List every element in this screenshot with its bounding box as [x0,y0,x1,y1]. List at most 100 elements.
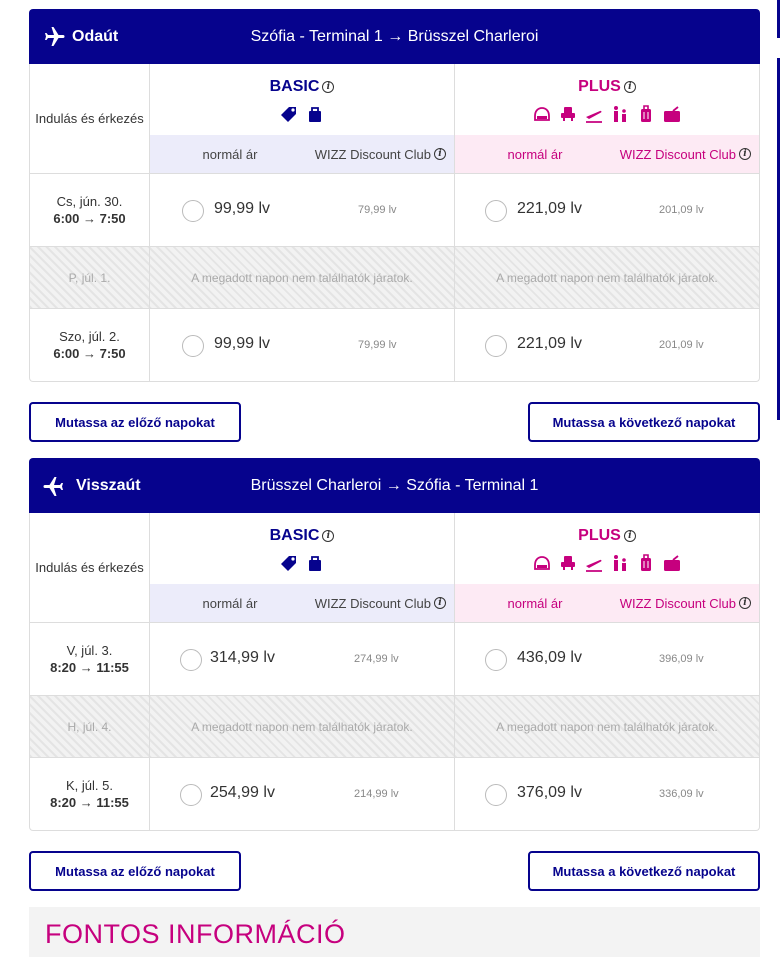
normal-price-label: normál ár [202,595,258,611]
flight-date: Cs, jún. 30. [56,194,123,209]
plus-fare-cell[interactable]: 221,09 lv 201,09 lv [455,309,759,381]
plus-price: 436,09 lv [517,649,582,666]
basic-fare-header: BASIC i normál ár WIZZ Discount Club i [150,513,455,622]
bag-icon [309,556,321,571]
plus-fare-header: PLUS i normál ár WIZZ Discount Club i [455,64,759,173]
basic-fare-radio[interactable] [182,200,204,222]
basic-club-price: 274,99 lv [354,653,399,665]
table-row: Szo, júl. 2. 6:00 → 7:50 99,99 lv 79,99 … [30,309,759,381]
departure-header: Indulás és érkezés [30,64,150,173]
info-icon[interactable]: i [739,597,751,610]
next-days-button[interactable]: Mutassa a következő napokat [528,402,760,442]
outbound-header: Odaút Szófia - Terminal 1 → Brüsszel Cha… [29,9,760,64]
basic-club-price: 79,99 lv [358,204,397,216]
basic-icons [279,103,325,125]
seat-selection-icon [561,556,575,570]
basic-fare-cell[interactable]: 314,99 lv 274,99 lv [150,623,455,695]
info-icon[interactable]: i [623,530,636,542]
basic-fare-radio[interactable] [180,784,202,806]
return-header: Visszaút Brüsszel Charleroi → Szófia - T… [29,458,760,513]
basic-fare-radio[interactable] [182,335,204,357]
flight-date-cell: K, júl. 5. 8:20 → 11:55 [30,758,150,830]
plane-icon [43,476,63,496]
plus-price: 221,09 lv [517,335,582,352]
plus-club-price: 336,09 lv [659,788,704,800]
basic-label: BASIC [269,78,320,95]
prev-days-button[interactable]: Mutassa az előző napokat [29,851,241,891]
direction-label: Visszaút [76,476,141,494]
basic-fare-header: BASIC i normál ár WIZZ Discount Club i [150,64,455,173]
info-icon[interactable]: i [623,81,636,93]
outbound-section: Odaút Szófia - Terminal 1 → Brüsszel Cha… [29,9,760,382]
plus-fare-radio[interactable] [485,335,507,357]
seat-icon [534,556,550,570]
flight-date: H, júl. 4. [30,696,150,757]
info-icon[interactable]: i [434,597,446,610]
info-icon[interactable]: i [322,81,335,93]
seat-icon [534,107,550,121]
info-icon[interactable]: i [434,148,446,161]
no-flights-text: A megadott napon nem találhatók járatok. [496,719,718,734]
tag-icon [281,556,296,571]
direction-label: Odaút [72,27,119,45]
plus-fare-radio[interactable] [485,649,507,671]
normal-price-label: normál ár [202,146,258,162]
flight-date: V, júl. 3. [66,643,113,658]
flight-time: 8:20 → 11:55 [50,795,129,810]
route-label: Brüsszel Charleroi → Szófia - Terminal 1 [250,476,539,494]
flight-date: Szo, júl. 2. [59,329,120,344]
table-row: V, júl. 3. 8:20 → 11:55 314,99 lv 274,99… [30,623,759,696]
prev-days-button[interactable]: Mutassa az előző napokat [29,402,241,442]
next-days-button[interactable]: Mutassa a következő napokat [528,851,760,891]
flight-time: 6:00 → 7:50 [53,346,126,361]
club-price-label: WIZZ Discount Club [314,146,431,162]
plane-icon [45,26,65,46]
plane-takeoff-icon [586,559,602,572]
briefcase-icon [664,106,680,122]
normal-price-label: normál ár [507,146,563,162]
plus-label: PLUS [578,78,621,95]
table-row: K, júl. 5. 8:20 → 11:55 254,99 lv 214,99… [30,758,759,830]
fares-table: Indulás és érkezés BASIC i normál ár WIZZ… [29,64,760,382]
fares-table: Indulás és érkezés BASIC i normál ár WIZZ… [29,513,760,831]
plus-fare-header: PLUS i normál ár WIZZ Discount Club i [455,513,759,622]
departure-header: Indulás és érkezés [30,513,150,622]
plus-fare-radio[interactable] [485,784,507,806]
plus-icons [532,552,682,574]
family-icon [614,106,626,122]
luggage-icon [641,105,651,122]
plus-label: PLUS [578,527,621,544]
basic-fare-cell[interactable]: 254,99 lv 214,99 lv [150,758,455,830]
table-header-row: Indulás és érkezés BASIC i normál ár WIZZ… [30,513,759,623]
table-header-row: Indulás és érkezés BASIC i normál ár WIZZ… [30,64,759,174]
flight-date-cell: Szo, júl. 2. 6:00 → 7:50 [30,309,150,381]
plus-fare-cell[interactable]: 221,09 lv 201,09 lv [455,174,759,246]
plus-fare-cell[interactable]: 376,09 lv 336,09 lv [455,758,759,830]
seat-selection-icon [561,107,575,121]
luggage-icon [641,554,651,571]
club-price-label: WIZZ Discount Club [619,146,736,162]
plus-club-price: 201,09 lv [659,339,704,351]
basic-club-price: 214,99 lv [354,788,399,800]
flight-time: 8:20 → 11:55 [50,660,129,675]
plus-price: 376,09 lv [517,784,582,801]
tag-icon [281,107,296,122]
flight-date: K, júl. 5. [66,778,113,793]
basic-fare-cell[interactable]: 99,99 lv 79,99 lv [150,309,455,381]
flight-date-cell: Cs, jún. 30. 6:00 → 7:50 [30,174,150,246]
table-row-no-flights: P, júl. 1. A megadott napon nem találhat… [30,247,759,309]
club-price-label: WIZZ Discount Club [619,595,736,611]
basic-fare-cell[interactable]: 99,99 lv 79,99 lv [150,174,455,246]
plus-fare-cell[interactable]: 436,09 lv 396,09 lv [455,623,759,695]
basic-club-price: 79,99 lv [358,339,397,351]
info-icon[interactable]: i [322,530,335,542]
plane-takeoff-icon [586,110,602,123]
plus-fare-radio[interactable] [485,200,507,222]
basic-fare-radio[interactable] [180,649,202,671]
flight-date: P, júl. 1. [30,247,150,308]
important-info-box: FONTOS INFORMÁCIÓ [29,907,760,957]
club-price-label: WIZZ Discount Club [314,595,431,611]
info-icon[interactable]: i [739,148,751,161]
no-flights-text: A megadott napon nem találhatók járatok. [150,247,455,308]
basic-price: 254,99 lv [210,784,275,801]
